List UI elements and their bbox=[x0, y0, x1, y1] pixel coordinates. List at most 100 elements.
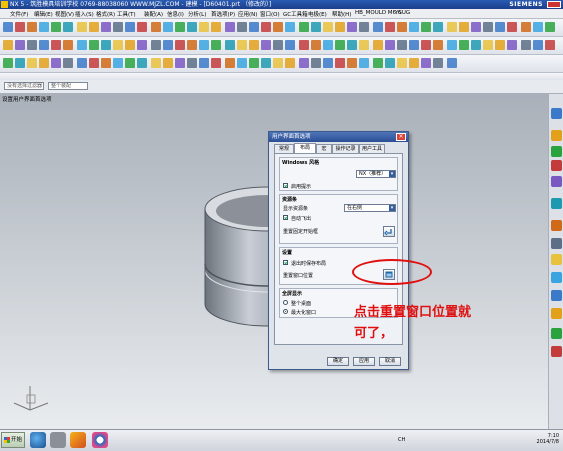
toolbar-icon[interactable] bbox=[273, 40, 283, 50]
toolbar-icon[interactable] bbox=[323, 22, 333, 32]
toolbar-icon[interactable] bbox=[225, 22, 235, 32]
toolbar-icon[interactable] bbox=[409, 40, 419, 50]
toolbar-icon[interactable] bbox=[545, 40, 555, 50]
toolbar-icon[interactable] bbox=[249, 22, 259, 32]
toolbar-icon[interactable] bbox=[89, 40, 99, 50]
toolbar-icon[interactable] bbox=[273, 58, 283, 68]
nx-taskbar-icon[interactable] bbox=[92, 432, 108, 448]
taskbar-app-icon-3[interactable] bbox=[70, 432, 86, 448]
toolbar-icon[interactable] bbox=[359, 22, 369, 32]
toolbar-icon[interactable] bbox=[15, 58, 25, 68]
toolbar-icon[interactable] bbox=[533, 40, 543, 50]
toolbar-icon[interactable] bbox=[137, 58, 147, 68]
toolbar-icon[interactable] bbox=[101, 58, 111, 68]
resource-bar-icon[interactable] bbox=[551, 176, 562, 187]
toolbar-icon[interactable] bbox=[373, 58, 383, 68]
menu-item-10[interactable]: 首选项(P) bbox=[211, 10, 235, 18]
toolbar-icon[interactable] bbox=[187, 58, 197, 68]
toolbar-icon[interactable] bbox=[63, 58, 73, 68]
toolbar-icon[interactable] bbox=[199, 58, 209, 68]
resource-bar-icon[interactable] bbox=[551, 160, 562, 171]
type-filter-combo[interactable]: 没有选择过滤器 bbox=[4, 82, 44, 90]
system-clock[interactable]: 7:10 2014/7/8 bbox=[537, 433, 559, 445]
menu-item-8[interactable]: 信息(I) bbox=[167, 10, 184, 18]
resource-bar-icon[interactable] bbox=[551, 198, 562, 209]
menu-item-14[interactable]: 电极(E) bbox=[308, 10, 327, 18]
taskbar-app-icon-1[interactable] bbox=[30, 432, 46, 448]
toolbar-icon[interactable] bbox=[51, 40, 61, 50]
toolbar-icon[interactable] bbox=[397, 40, 407, 50]
toolbar-icon[interactable] bbox=[483, 22, 493, 32]
toolbar-icon[interactable] bbox=[471, 22, 481, 32]
toolbar-icon[interactable] bbox=[89, 22, 99, 32]
toolbar-icon[interactable] bbox=[225, 40, 235, 50]
toolbar-icon[interactable] bbox=[385, 22, 395, 32]
toolbar-icon[interactable] bbox=[347, 22, 357, 32]
toolbar-icon[interactable] bbox=[421, 40, 431, 50]
toolbar-icon[interactable] bbox=[533, 22, 543, 32]
toolbar-icon[interactable] bbox=[335, 58, 345, 68]
toolbar-icon[interactable] bbox=[163, 40, 173, 50]
toolbar-icon[interactable] bbox=[385, 58, 395, 68]
toolbar-icon[interactable] bbox=[409, 58, 419, 68]
toolbar-icon[interactable] bbox=[447, 22, 457, 32]
toolbar-icon[interactable] bbox=[27, 22, 37, 32]
toolbar-icon[interactable] bbox=[199, 22, 209, 32]
toolbar-icon[interactable] bbox=[151, 22, 161, 32]
toolbar-icon[interactable] bbox=[347, 40, 357, 50]
toolbar-icon[interactable] bbox=[323, 40, 333, 50]
toolbar-icon[interactable] bbox=[335, 40, 345, 50]
toolbar-icon[interactable] bbox=[285, 22, 295, 32]
toolbar-icon[interactable] bbox=[77, 40, 87, 50]
toolbar-icon[interactable] bbox=[249, 58, 259, 68]
toolbar-icon[interactable] bbox=[101, 22, 111, 32]
menu-item-5[interactable]: 格式(R) bbox=[96, 10, 115, 18]
toolbar-icon[interactable] bbox=[51, 58, 61, 68]
toolbar-icon[interactable] bbox=[125, 58, 135, 68]
toolbar-icon[interactable] bbox=[77, 22, 87, 32]
toolbar-icon[interactable] bbox=[273, 22, 283, 32]
menu-item-4[interactable]: 插入(S) bbox=[75, 10, 94, 18]
menu-item-9[interactable]: 分析(L) bbox=[188, 10, 206, 18]
toolbar-icon[interactable] bbox=[495, 22, 505, 32]
show-tips-checkbox[interactable] bbox=[283, 183, 288, 188]
toolbar-icon[interactable] bbox=[347, 58, 357, 68]
menu-item-6[interactable]: 工具(T) bbox=[117, 10, 136, 18]
toolbar-icon[interactable] bbox=[521, 40, 531, 50]
toolbar-icon[interactable] bbox=[163, 22, 173, 32]
toolbar-icon[interactable] bbox=[421, 22, 431, 32]
toolbar-icon[interactable] bbox=[113, 40, 123, 50]
toolbar-icon[interactable] bbox=[433, 22, 443, 32]
taskbar-app-icon-2[interactable] bbox=[50, 432, 66, 448]
menu-item-13[interactable]: GC工具箱 bbox=[283, 10, 308, 18]
toolbar-icon[interactable] bbox=[521, 22, 531, 32]
toolbar-icon[interactable] bbox=[27, 40, 37, 50]
resource-bar-position-dropdown[interactable]: 在右侧 bbox=[344, 204, 396, 212]
toolbar-icon[interactable] bbox=[211, 58, 221, 68]
toolbar-icon[interactable] bbox=[507, 40, 517, 50]
toolbar-icon[interactable] bbox=[373, 22, 383, 32]
toolbar-icon[interactable] bbox=[397, 22, 407, 32]
toolbar-icon[interactable] bbox=[237, 22, 247, 32]
toolbar-icon[interactable] bbox=[545, 22, 555, 32]
toolbar-icon[interactable] bbox=[237, 58, 247, 68]
resource-bar-icon[interactable] bbox=[551, 272, 562, 283]
toolbar-icon[interactable] bbox=[137, 22, 147, 32]
resource-bar-icon[interactable] bbox=[551, 290, 562, 301]
resource-bar-icon[interactable] bbox=[551, 346, 562, 357]
toolbar-icon[interactable] bbox=[385, 40, 395, 50]
resource-bar-icon[interactable] bbox=[551, 108, 562, 119]
toolbar-icon[interactable] bbox=[409, 22, 419, 32]
toolbar-icon[interactable] bbox=[39, 58, 49, 68]
toolbar-icon[interactable] bbox=[433, 58, 443, 68]
toolbar-icon[interactable] bbox=[261, 40, 271, 50]
toolbar-icon[interactable] bbox=[507, 22, 517, 32]
toolbar-icon[interactable] bbox=[175, 58, 185, 68]
toolbar-icon[interactable] bbox=[495, 40, 505, 50]
resource-bar-icon[interactable] bbox=[551, 130, 562, 141]
toolbar-icon[interactable] bbox=[63, 22, 73, 32]
windows-style-dropdown[interactable]: NX（推荐） bbox=[356, 170, 396, 178]
toolbar-icon[interactable] bbox=[471, 40, 481, 50]
toolbar-icon[interactable] bbox=[447, 58, 457, 68]
toolbar-icon[interactable] bbox=[175, 40, 185, 50]
